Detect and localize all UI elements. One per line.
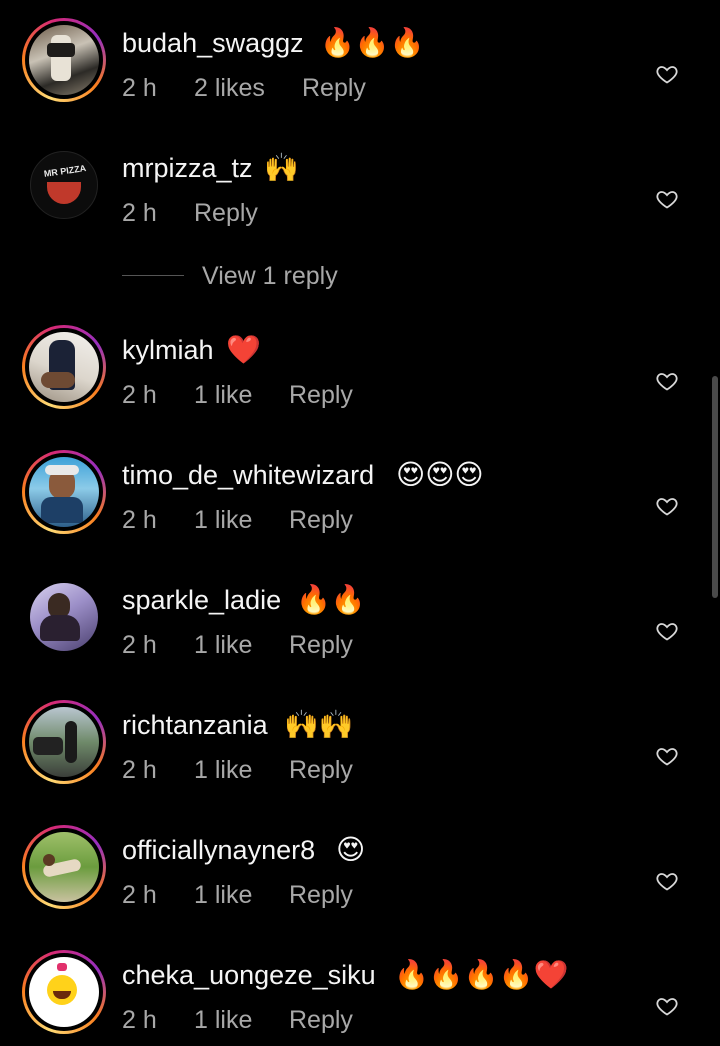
comment-time: 2 h bbox=[122, 756, 157, 784]
comment-item: kylmiah ❤️ 2 h 1 like Reply bbox=[0, 325, 720, 435]
comment-username[interactable]: budah_swaggz bbox=[122, 28, 304, 59]
reply-button[interactable]: Reply bbox=[289, 381, 353, 410]
avatar[interactable] bbox=[22, 450, 106, 534]
comment-likes[interactable]: 1 like bbox=[194, 756, 252, 785]
comment-emojis: 😍 bbox=[336, 833, 366, 866]
avatar[interactable] bbox=[22, 575, 106, 659]
comment-time: 2 h bbox=[122, 74, 157, 102]
view-replies-button[interactable]: View 1 reply bbox=[122, 262, 382, 294]
heart-outline-icon[interactable] bbox=[655, 494, 679, 518]
comment-emojis: 🔥🔥 bbox=[296, 583, 366, 616]
comment-emojis: ❤️ bbox=[226, 333, 261, 366]
heart-outline-icon[interactable] bbox=[655, 62, 679, 86]
reply-button[interactable]: Reply bbox=[289, 1006, 353, 1035]
comment-likes[interactable]: 1 like bbox=[194, 381, 252, 410]
heart-outline-icon[interactable] bbox=[655, 994, 679, 1018]
comment-time: 2 h bbox=[122, 881, 157, 909]
comment-time: 2 h bbox=[122, 506, 157, 534]
comment-time: 2 h bbox=[122, 1006, 157, 1034]
comments-list: budah_swaggz 🔥🔥🔥 2 h 2 likes Reply MR PI… bbox=[0, 0, 720, 1046]
avatar[interactable] bbox=[22, 700, 106, 784]
comment-item: MR PIZZA mrpizza_tz 🙌 2 h Reply bbox=[0, 143, 720, 253]
comment-emojis: 🙌 bbox=[264, 151, 299, 184]
comment-emojis: 🔥🔥🔥 bbox=[320, 26, 425, 59]
comment-time: 2 h bbox=[122, 199, 157, 227]
avatar[interactable] bbox=[22, 950, 106, 1034]
comment-emojis: 🔥🔥🔥🔥❤️ bbox=[394, 958, 569, 991]
comment-item: cheka_uongeze_siku 🔥🔥🔥🔥❤️ 2 h 1 like Rep… bbox=[0, 950, 720, 1046]
comment-username[interactable]: officiallynayner8 bbox=[122, 835, 315, 866]
comment-item: timo_de_whitewizard 😍😍😍 2 h 1 like Reply bbox=[0, 450, 720, 560]
comment-emojis: 🙌🙌 bbox=[284, 708, 354, 741]
heart-outline-icon[interactable] bbox=[655, 619, 679, 643]
comment-likes[interactable]: 1 like bbox=[194, 631, 252, 660]
avatar[interactable] bbox=[22, 825, 106, 909]
reply-button[interactable]: Reply bbox=[289, 506, 353, 535]
comment-username[interactable]: timo_de_whitewizard bbox=[122, 460, 374, 491]
avatar[interactable] bbox=[22, 325, 106, 409]
comment-item: officiallynayner8 😍 2 h 1 like Reply bbox=[0, 825, 720, 935]
reply-button[interactable]: Reply bbox=[302, 74, 366, 103]
reply-button[interactable]: Reply bbox=[194, 199, 258, 228]
comment-item: budah_swaggz 🔥🔥🔥 2 h 2 likes Reply bbox=[0, 18, 720, 128]
view-replies-label: View 1 reply bbox=[202, 262, 338, 290]
heart-outline-icon[interactable] bbox=[655, 744, 679, 768]
comment-item: richtanzania 🙌🙌 2 h 1 like Reply bbox=[0, 700, 720, 810]
heart-outline-icon[interactable] bbox=[655, 369, 679, 393]
comment-likes[interactable]: 1 like bbox=[194, 506, 252, 535]
comment-likes[interactable]: 2 likes bbox=[194, 74, 265, 103]
reply-button[interactable]: Reply bbox=[289, 881, 353, 910]
comment-username[interactable]: mrpizza_tz bbox=[122, 153, 253, 184]
heart-outline-icon[interactable] bbox=[655, 869, 679, 893]
comment-emojis: 😍😍😍 bbox=[396, 458, 484, 491]
comment-username[interactable]: richtanzania bbox=[122, 710, 268, 741]
comment-username[interactable]: cheka_uongeze_siku bbox=[122, 960, 376, 991]
avatar[interactable] bbox=[22, 18, 106, 102]
comment-time: 2 h bbox=[122, 381, 157, 409]
comment-username[interactable]: sparkle_ladie bbox=[122, 585, 281, 616]
comment-likes[interactable]: 1 like bbox=[194, 881, 252, 910]
heart-outline-icon[interactable] bbox=[655, 187, 679, 211]
scrollbar[interactable] bbox=[712, 376, 718, 598]
comment-username[interactable]: kylmiah bbox=[122, 335, 214, 366]
divider-line bbox=[122, 275, 184, 276]
reply-button[interactable]: Reply bbox=[289, 631, 353, 660]
comment-likes[interactable]: 1 like bbox=[194, 1006, 252, 1035]
avatar[interactable]: MR PIZZA bbox=[22, 143, 106, 227]
comment-item: sparkle_ladie 🔥🔥 2 h 1 like Reply bbox=[0, 575, 720, 685]
reply-button[interactable]: Reply bbox=[289, 756, 353, 785]
avatar-logo-text: MR PIZZA bbox=[43, 163, 87, 179]
comment-time: 2 h bbox=[122, 631, 157, 659]
